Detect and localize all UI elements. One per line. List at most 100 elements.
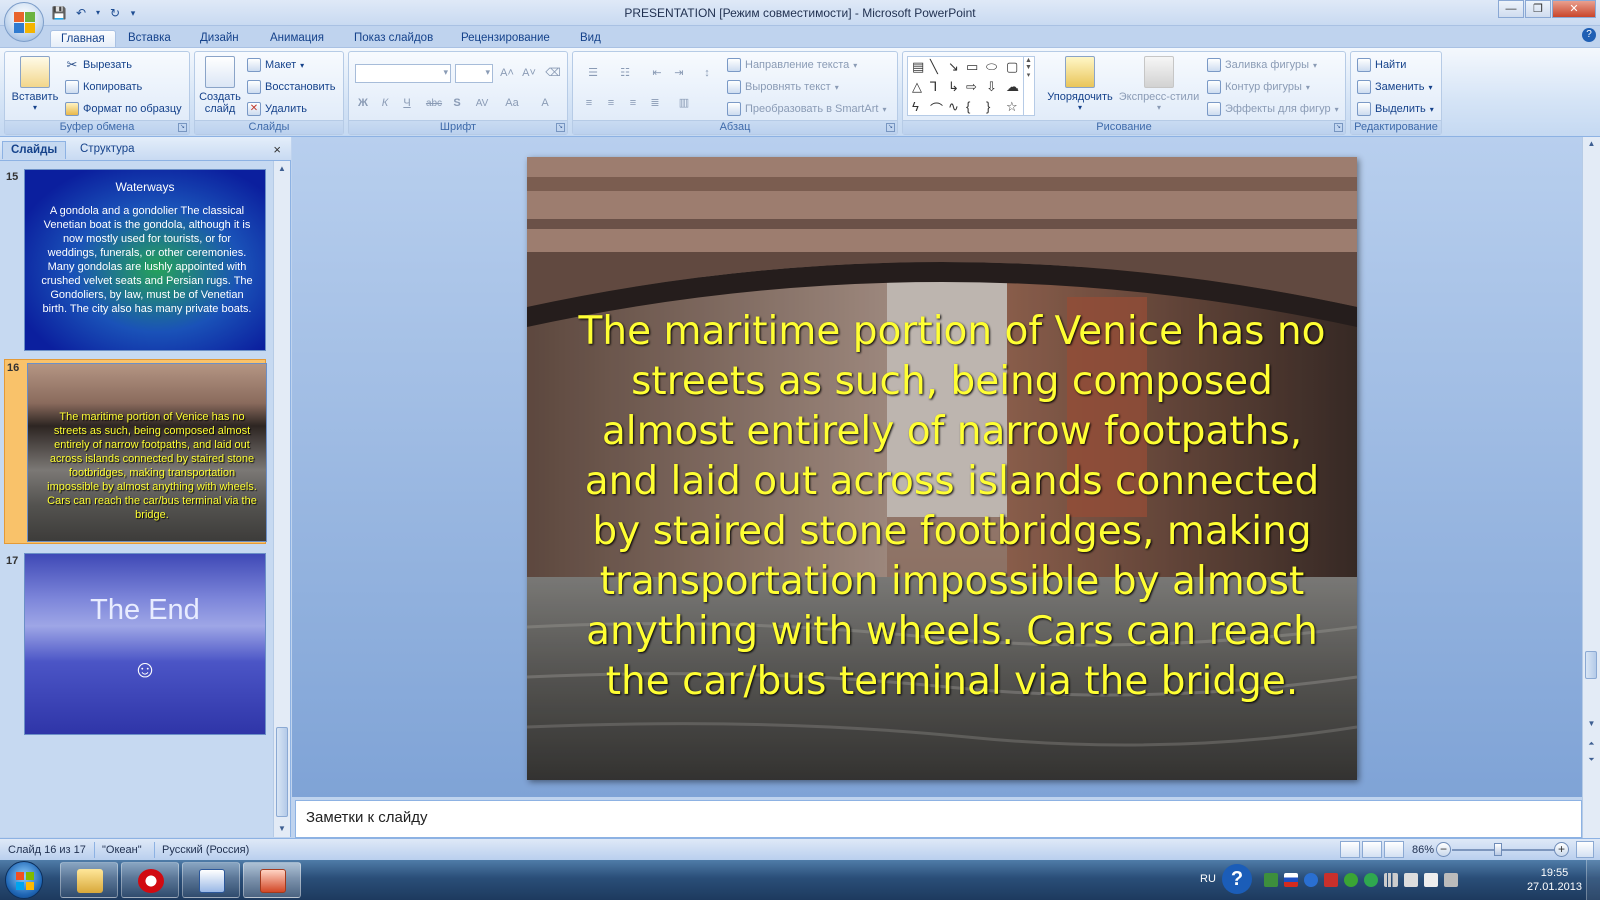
scroll-down-icon[interactable]: ▼ (1583, 717, 1600, 731)
scroll-down-icon[interactable]: ▼ (274, 821, 290, 837)
tab-design[interactable]: Дизайн (190, 30, 249, 48)
shape-outline-button[interactable]: Контур фигуры ▾ (1207, 80, 1310, 94)
bold-button[interactable]: Ж (353, 94, 373, 112)
text-direction-button[interactable]: Направление текста ▾ (727, 58, 857, 72)
tab-outline-pane[interactable]: Структура (72, 141, 143, 159)
italic-button[interactable]: К (375, 94, 395, 112)
zoom-slider[interactable] (1452, 849, 1560, 851)
paragraph-launcher-icon[interactable]: ↘ (886, 123, 895, 132)
tab-animation[interactable]: Анимация (260, 30, 334, 48)
line-shape-icon[interactable]: ╲ (930, 59, 938, 75)
new-slide-button[interactable]: Создать слайд (197, 56, 243, 115)
slide-thumbnail-16[interactable]: 16 The maritime portion of Venice has no… (4, 359, 267, 544)
fit-to-window-icon[interactable] (1576, 841, 1594, 858)
tab-slideshow[interactable]: Показ слайдов (344, 30, 443, 48)
clipboard-launcher-icon[interactable]: ↘ (178, 123, 187, 132)
pane-close-icon[interactable]: × (273, 142, 281, 157)
tab-home[interactable]: Главная (50, 30, 116, 48)
battery-icon[interactable] (1404, 873, 1418, 887)
font-color-button[interactable]: A (535, 94, 555, 112)
line-spacing-icon[interactable]: ↕ (693, 64, 721, 82)
slideshow-view-icon[interactable] (1384, 841, 1404, 858)
help-circle-icon[interactable]: ? (1222, 864, 1252, 894)
sync-icon[interactable] (1364, 873, 1378, 887)
align-text-button[interactable]: Выровнять текст ▾ (727, 80, 839, 94)
char-spacing-button[interactable]: AV (469, 94, 495, 112)
justify-icon[interactable]: ≣ (645, 94, 665, 112)
arrange-button[interactable]: Упорядочить ▾ (1045, 56, 1115, 112)
format-painter-button[interactable]: Формат по образцу (65, 102, 182, 116)
shadow-button[interactable]: S (447, 94, 467, 112)
elbow-connector-shape-icon[interactable]: ⅂ (930, 79, 937, 95)
network-icon[interactable] (1444, 873, 1458, 887)
columns-icon[interactable]: ▥ (671, 94, 697, 112)
quick-styles-button[interactable]: Экспресс-стили ▾ (1117, 56, 1201, 112)
arc-shape-icon[interactable]: ⌒ (930, 99, 943, 118)
signal-icon[interactable] (1384, 873, 1398, 887)
left-brace-shape-icon[interactable]: { (966, 99, 970, 114)
increase-indent-icon[interactable]: ⇥ (669, 64, 689, 82)
rounded-rect-shape-icon[interactable]: ▢ (1006, 59, 1018, 75)
oval-shape-icon[interactable]: ⬭ (986, 59, 997, 75)
underline-button[interactable]: Ч (397, 94, 417, 112)
current-slide[interactable]: The maritime portion of Venice has no st… (527, 157, 1357, 780)
shapes-more-icon[interactable]: ▲ ▼ ▾ (1023, 57, 1033, 115)
editing-area-scrollbar[interactable]: ▲ ▼ ⏶ ⏷ (1582, 137, 1600, 797)
grow-font-button[interactable]: A˄ (497, 64, 517, 82)
rectangle-shape-icon[interactable]: ▭ (966, 59, 978, 75)
font-size-combo[interactable] (455, 64, 493, 83)
notes-scrollbar[interactable] (1582, 797, 1600, 838)
slide-sorter-view-icon[interactable] (1362, 841, 1382, 858)
security-icon[interactable] (1324, 873, 1338, 887)
clear-format-icon[interactable]: ⌫ (543, 64, 563, 82)
change-case-button[interactable]: Aa (499, 94, 525, 112)
zoom-slider-knob[interactable] (1494, 843, 1503, 856)
triangle-shape-icon[interactable]: △ (912, 79, 922, 95)
shapes-gallery[interactable]: ▤ ╲ ↘ ▭ ⬭ ▢ △ ⅂ ↳ ⇨ ⇩ ☁ ϟ ⌒ ∿ { } ☆ ▲ ▼ ▾ (907, 56, 1035, 118)
smartart-button[interactable]: Преобразовать в SmartArt ▾ (727, 102, 886, 116)
textbox-shape-icon[interactable]: ▤ (912, 59, 924, 75)
zoom-level[interactable]: 86% (1412, 844, 1434, 856)
tray-app-icon[interactable] (1264, 873, 1278, 887)
scroll-up-icon[interactable]: ▲ (1583, 137, 1600, 151)
star-shape-icon[interactable]: ☆ (1006, 99, 1018, 115)
close-button[interactable]: ✕ (1552, 0, 1596, 18)
slide-body-text[interactable]: The maritime portion of Venice has no st… (577, 307, 1327, 707)
flag-icon[interactable] (1284, 873, 1298, 887)
right-brace-shape-icon[interactable]: } (986, 99, 990, 114)
normal-view-icon[interactable] (1340, 841, 1360, 858)
cloud-shape-icon[interactable]: ☁ (1006, 79, 1019, 95)
minimize-button[interactable]: — (1498, 0, 1524, 18)
restore-button[interactable]: ❐ (1525, 0, 1551, 18)
copy-button[interactable]: Копировать (65, 80, 142, 94)
paste-button[interactable]: Вставить ▾ (9, 56, 61, 112)
cut-button[interactable]: ✂ Вырезать (65, 58, 132, 72)
elbow-arrow-shape-icon[interactable]: ↳ (948, 79, 959, 95)
layout-button[interactable]: Макет ▾ (247, 58, 304, 72)
bullets-icon[interactable]: ☰ (579, 64, 607, 82)
slide-thumbnail-15[interactable]: 15 Waterways A gondola and a gondolier T… (4, 169, 266, 354)
reset-button[interactable]: Восстановить (247, 80, 335, 94)
drawing-launcher-icon[interactable]: ↘ (1334, 123, 1343, 132)
slides-pane-scrollbar[interactable]: ▲ ▼ (273, 161, 290, 837)
notes-field[interactable]: Заметки к слайду (295, 800, 1582, 838)
scroll-up-icon[interactable]: ▲ (274, 161, 290, 177)
tab-view[interactable]: Вид (570, 30, 611, 48)
zoom-in-icon[interactable]: + (1554, 842, 1569, 857)
tab-review[interactable]: Рецензирование (451, 30, 560, 48)
zoom-out-icon[interactable]: − (1436, 842, 1451, 857)
bluetooth-icon[interactable] (1304, 873, 1318, 887)
shrink-font-button[interactable]: A˅ (519, 64, 539, 82)
font-name-combo[interactable] (355, 64, 451, 83)
align-center-icon[interactable]: ≡ (601, 94, 621, 112)
down-arrow-shape-icon[interactable]: ⇩ (986, 79, 997, 95)
shape-fill-button[interactable]: Заливка фигуры ▾ (1207, 58, 1317, 72)
lightning-shape-icon[interactable]: ϟ (912, 99, 919, 114)
tab-slides-pane[interactable]: Слайды (2, 141, 67, 159)
strikethrough-button[interactable]: abc (421, 94, 447, 112)
right-arrow-shape-icon[interactable]: ⇨ (966, 79, 977, 95)
input-language[interactable]: RU (1200, 873, 1216, 885)
office-button[interactable] (4, 2, 44, 42)
scrollbar-thumb[interactable] (1585, 651, 1597, 679)
show-desktop-button[interactable] (1586, 860, 1600, 900)
